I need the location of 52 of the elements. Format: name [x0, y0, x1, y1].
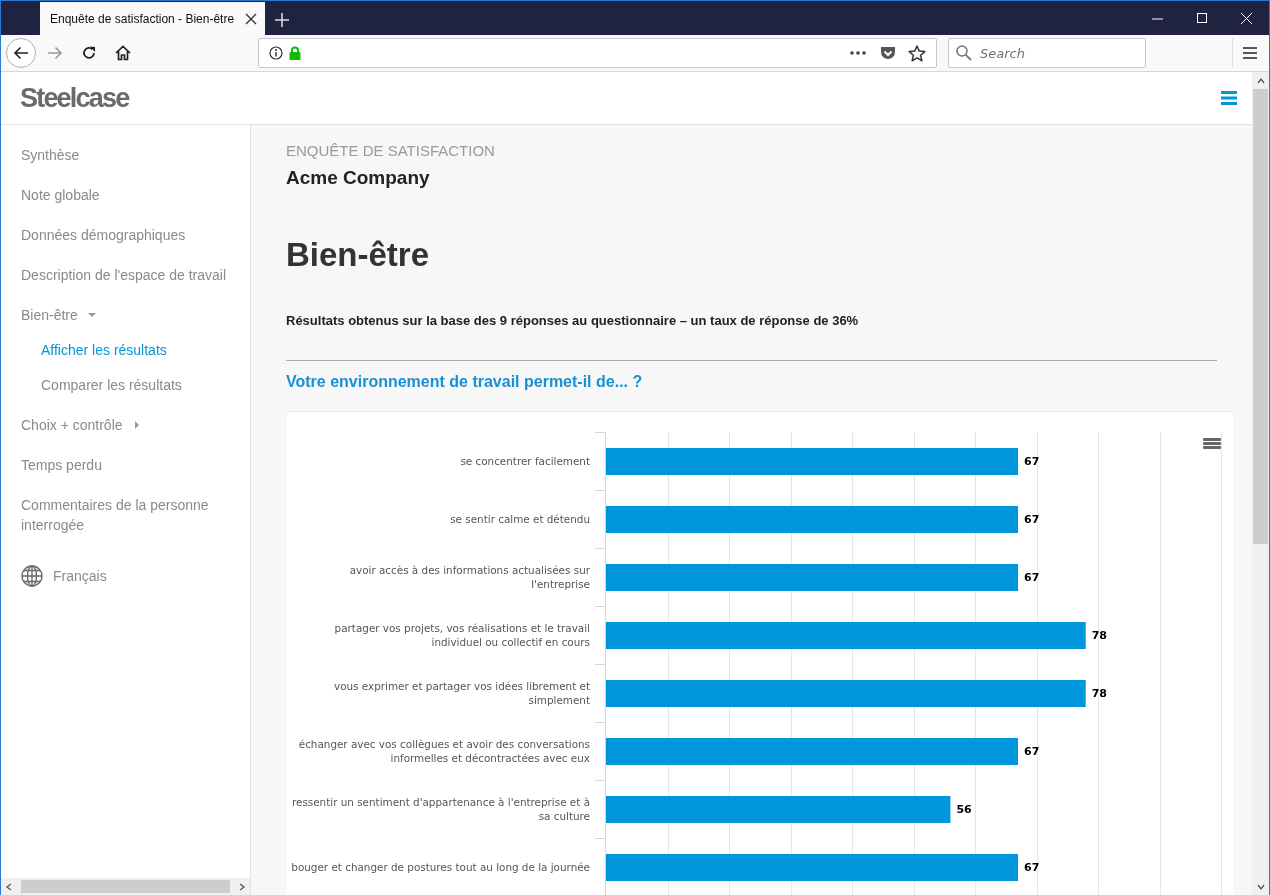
value-label: 56 — [956, 803, 972, 816]
category-label: bouger et changer de postures tout au long de la journée — [291, 860, 590, 874]
back-button[interactable] — [6, 38, 36, 68]
nav-link[interactable]: Synthèse — [1, 135, 100, 175]
logo[interactable]: Steelcase — [20, 82, 129, 114]
value-label: 78 — [1091, 687, 1107, 700]
value-label: 67 — [1024, 745, 1040, 758]
value-label: 67 — [1024, 513, 1040, 526]
category-label: partager vos projets, vos réalisations et le travail individuel ou collectif en cours — [333, 621, 590, 649]
category-label: se concentrer facilement — [460, 454, 590, 468]
menu-icon[interactable] — [1243, 47, 1257, 59]
search-field[interactable]: Search — [948, 38, 1146, 68]
nav-link[interactable]: Afficher les résultats — [1, 335, 187, 370]
browser-tab[interactable]: Enquête de satisfaction - Bien-être — [40, 2, 265, 35]
plus-icon[interactable] — [275, 13, 289, 27]
nav-link[interactable]: Description de l'espace de travail — [1, 255, 246, 295]
arrow-icon — [13, 46, 29, 60]
category-label: vous exprimer et partager vos idées librement et simplement — [333, 679, 590, 707]
horizontal-scrollbar[interactable] — [1, 878, 250, 895]
category-label: avoir accès à des informations actualisées sur l'entreprise — [348, 563, 590, 591]
menu-icon[interactable] — [1221, 91, 1237, 105]
close-icon[interactable] — [245, 12, 257, 25]
nav-link[interactable]: Commentaires de la personne interrogée — [1, 485, 249, 545]
value-label: 67 — [1024, 571, 1040, 584]
value-label: 78 — [1091, 629, 1107, 642]
nav-link[interactable]: Données démographiques — [1, 215, 206, 255]
nav-link[interactable]: Comparer les résultats — [1, 370, 202, 405]
value-label: 67 — [1024, 455, 1040, 468]
nav-link[interactable]: Temps perdu — [1, 445, 122, 485]
category-label: ressentir un sentiment d'appartenance à l'entreprise et à sa culture — [290, 795, 590, 823]
search-icon — [956, 45, 972, 61]
scrollbar-thumb[interactable] — [1253, 89, 1268, 544]
value-label: 67 — [1024, 861, 1040, 874]
lock-icon — [289, 46, 301, 60]
info-icon[interactable] — [269, 46, 283, 60]
pocket-icon[interactable] — [880, 45, 896, 61]
globe-icon[interactable] — [21, 565, 43, 587]
eyebrow-label: ENQUÊTE DE SATISFACTION — [286, 141, 496, 161]
category-label: échanger avec vos collègues et avoir des conversations informelles et décontractées avec eux — [297, 737, 590, 765]
maximize-icon[interactable] — [1197, 13, 1207, 23]
question-heading: Votre environnement de travail permet-il de... ? — [286, 372, 644, 392]
nav-link[interactable]: Bien-être — [1, 295, 116, 335]
star-icon[interactable] — [908, 44, 926, 62]
menu-icon[interactable] — [1203, 438, 1221, 449]
category-label: se sentir calme et détendu — [450, 512, 590, 526]
summary-text: Résultats obtenus sur la base des 9 réponses au questionnaire – un taux de réponse de 36% — [286, 312, 860, 330]
language-label[interactable]: Français — [53, 568, 107, 584]
nav-link[interactable]: Note globale — [1, 175, 120, 215]
page-title: Bien-être — [286, 235, 431, 275]
more-icon[interactable] — [850, 51, 866, 55]
nav-link[interactable]: Choix + contrôle — [1, 405, 161, 445]
company-name: Acme Company — [286, 166, 431, 190]
